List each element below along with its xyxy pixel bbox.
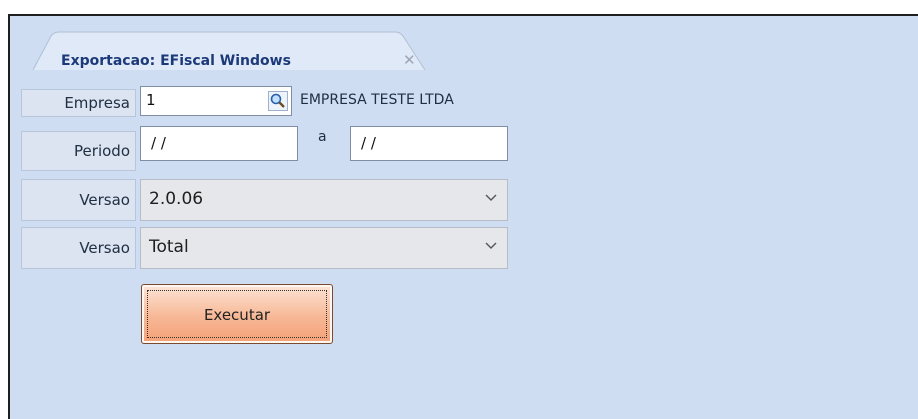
periodo-start-input[interactable]: / /: [140, 126, 298, 161]
magnifier-icon[interactable]: [268, 91, 288, 111]
versao-label-2: Versao: [21, 227, 136, 269]
close-icon[interactable]: ✕: [403, 51, 416, 69]
chevron-down-icon: [485, 194, 497, 201]
empresa-code-input[interactable]: 1: [140, 86, 292, 116]
periodo-label: Periodo: [21, 131, 136, 171]
executar-button-label: Executar: [147, 290, 327, 338]
main-window: Exportacao: EFiscal Windows ✕ Empresa 1 …: [8, 14, 918, 419]
versao-label-1: Versao: [21, 179, 136, 221]
versao-select-2[interactable]: Total: [140, 227, 508, 269]
tab-title: Exportacao: EFiscal Windows: [61, 53, 291, 69]
tab-exportacao[interactable]: Exportacao: EFiscal Windows ✕: [33, 31, 426, 71]
company-name: EMPRESA TESTE LTDA: [300, 92, 454, 108]
empresa-code-value: 1: [146, 91, 156, 109]
executar-button[interactable]: Executar: [141, 284, 333, 344]
periodo-end-input[interactable]: / /: [350, 126, 508, 161]
empresa-label: Empresa: [21, 89, 136, 117]
periodo-separator: a: [318, 129, 327, 145]
versao-select-1-value: 2.0.06: [149, 189, 204, 209]
versao-select-2-value: Total: [149, 237, 189, 257]
versao-select-1[interactable]: 2.0.06: [140, 179, 508, 221]
chevron-down-icon: [485, 242, 497, 249]
